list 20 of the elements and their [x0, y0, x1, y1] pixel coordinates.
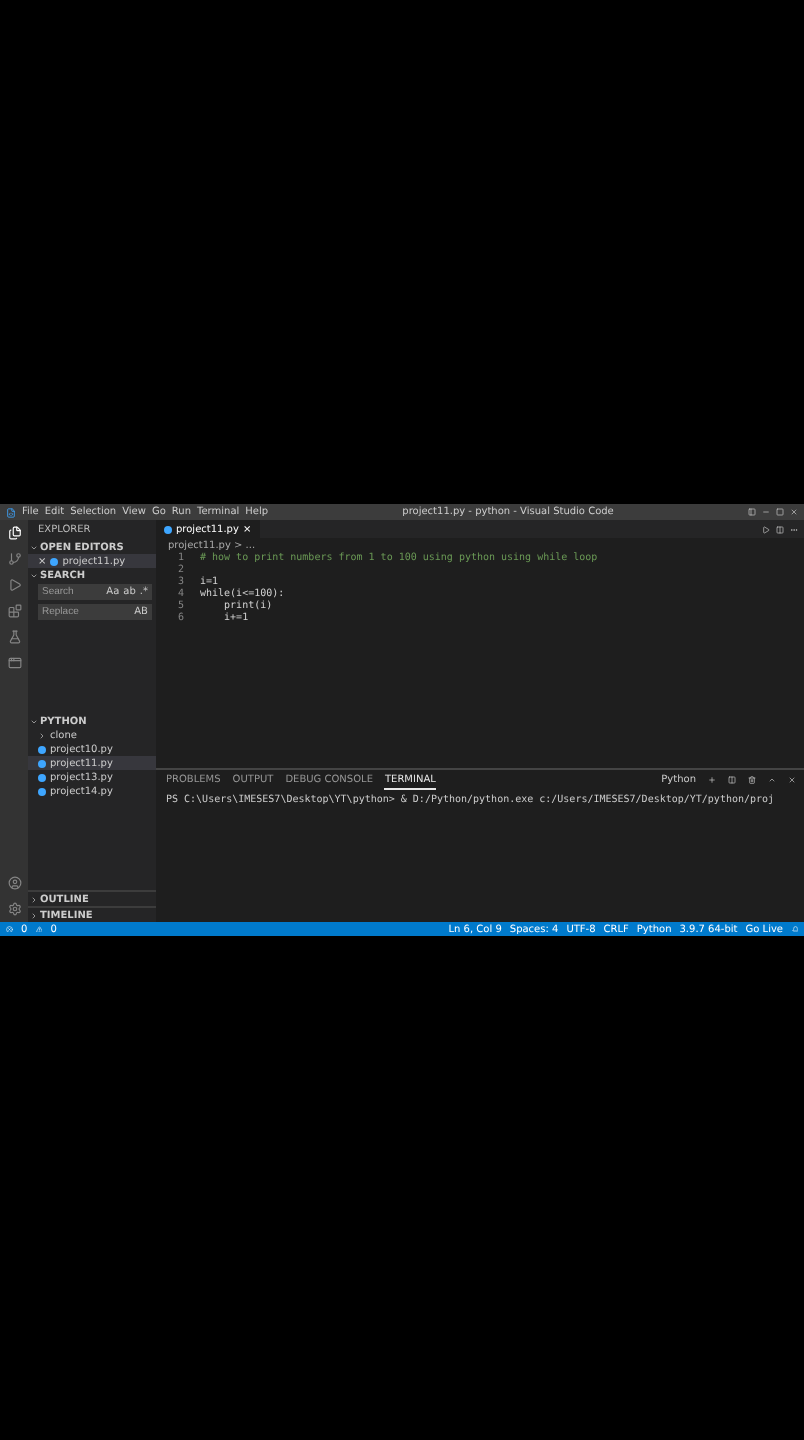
play-icon[interactable]	[762, 520, 770, 538]
window-icon[interactable]	[7, 656, 21, 670]
maximize-icon[interactable]	[776, 508, 784, 516]
app-logo-icon	[6, 507, 16, 517]
minimize-icon[interactable]	[762, 508, 770, 516]
bell-icon[interactable]	[791, 925, 798, 933]
play-icon[interactable]	[7, 578, 21, 592]
error-icon[interactable]	[6, 925, 13, 933]
account-icon[interactable]	[7, 876, 21, 890]
blocks-icon[interactable]	[7, 604, 21, 618]
split-icon[interactable]	[728, 776, 736, 784]
layout-icon[interactable]	[748, 508, 756, 516]
settings-icon[interactable]	[7, 902, 21, 916]
trash-icon[interactable]	[748, 776, 756, 784]
split-editor-icon[interactable]	[776, 520, 784, 538]
warning-icon[interactable]	[35, 925, 43, 933]
files-icon[interactable]	[7, 526, 21, 540]
flask-icon[interactable]	[7, 630, 21, 644]
branch-icon[interactable]	[7, 552, 21, 566]
plus-icon[interactable]	[708, 776, 716, 784]
